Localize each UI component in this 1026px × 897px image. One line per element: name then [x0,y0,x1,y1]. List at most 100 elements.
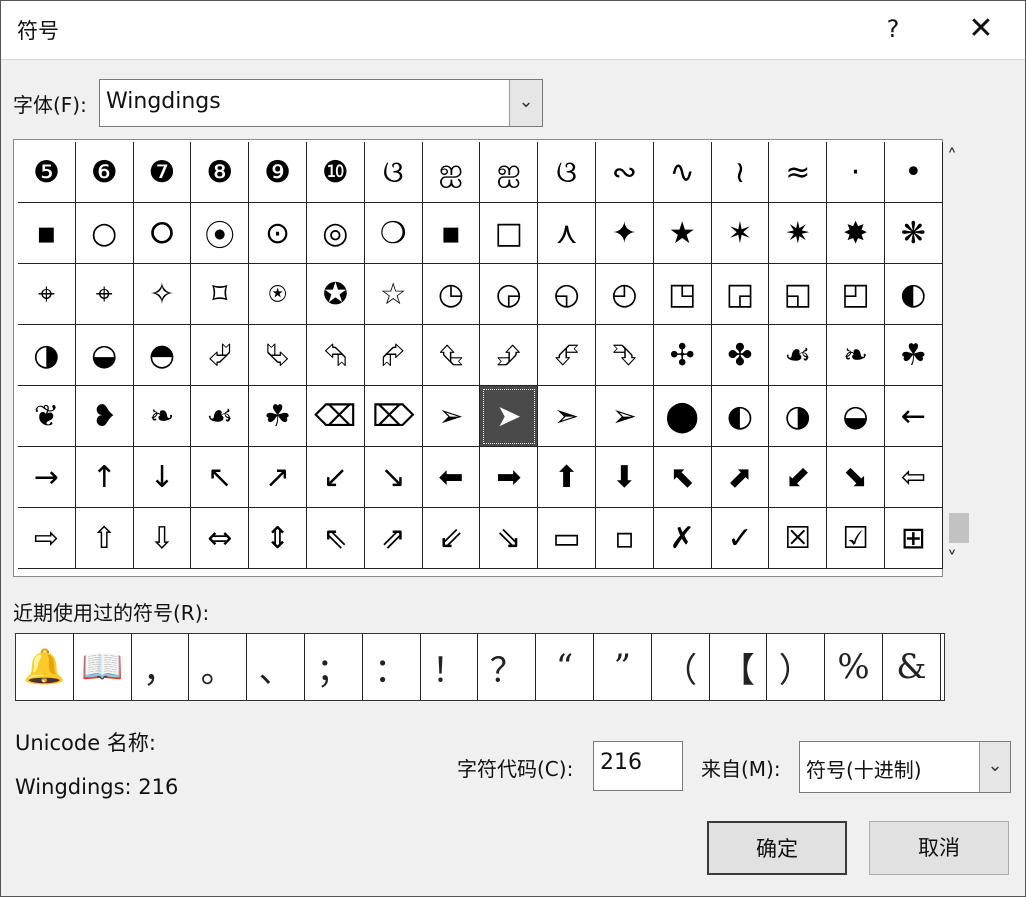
symbol-cell[interactable]: ∾ [595,142,654,203]
symbol-cell[interactable]: ▭ [538,508,596,569]
symbol-cell[interactable]: ✷ [769,203,828,264]
symbol-cell[interactable]: ✗ [653,508,712,569]
recent-symbol-cell[interactable]: ） [767,634,826,700]
symbol-cell[interactable]: ❾ [249,142,307,203]
symbol-cell[interactable]: ☒ [769,508,828,569]
symbol-cell[interactable]: ⮲ [306,325,365,386]
scrollbar-thumb[interactable] [949,513,969,543]
cancel-button[interactable]: 取消 [869,821,1009,875]
symbol-cell[interactable]: ❧ [133,386,192,447]
help-button[interactable]: ? [867,3,919,55]
symbol-cell[interactable]: ⮵ [480,325,539,386]
char-code-input[interactable]: 216 [593,741,683,791]
symbol-cell[interactable]: ଓ [538,142,596,203]
recent-symbol-cell[interactable]: 📖 [74,634,132,700]
symbol-cell[interactable]: ⦿ [191,203,250,264]
symbol-cell[interactable]: ↓ [133,447,192,508]
symbol-cell[interactable]: ← [884,386,943,447]
symbol-cell[interactable]: ⌖ [75,264,134,325]
symbol-cell[interactable]: ⍟ [249,264,307,325]
symbol-cell[interactable]: ✤ [711,325,770,386]
symbol-cell[interactable]: ❋ [884,203,943,264]
symbol-cell[interactable]: ➢ [595,386,654,447]
symbol-cell[interactable]: ◒ [75,325,134,386]
symbol-cell[interactable]: ⊙ [249,203,307,264]
symbol-cell[interactable]: ✶ [711,203,770,264]
scroll-up-icon[interactable]: ˄ [947,145,957,169]
symbol-cell[interactable]: ➤ [480,386,539,447]
symbol-cell[interactable]: ↘ [364,447,423,508]
symbol-cell[interactable]: ≀ [711,142,770,203]
recent-symbol-cell[interactable]: 🔔 [16,634,74,700]
symbol-cell[interactable]: ✣ [653,325,712,386]
chevron-down-icon[interactable]: ⌄ [979,742,1010,792]
symbol-cell[interactable]: ⇕ [249,508,307,569]
recent-symbol-cell[interactable]: 。 [189,634,248,700]
symbol-cell[interactable]: ஐ [422,142,481,203]
symbol-cell[interactable]: ◵ [538,264,596,325]
symbol-cell[interactable]: ⌖ [18,264,76,325]
symbol-cell[interactable]: ✧ [133,264,192,325]
symbol-cell[interactable]: ⇦ [884,447,943,508]
recent-symbol-cell[interactable]: % [825,634,883,700]
symbol-cell[interactable]: ⇨ [18,508,76,569]
symbol-cell[interactable]: ∿ [653,142,712,203]
symbol-cell[interactable]: ❼ [133,142,192,203]
symbol-cell[interactable]: ★ [653,203,712,264]
symbol-cell[interactable]: ❍ [364,203,423,264]
symbol-cell[interactable]: ☆ [364,264,423,325]
symbol-cell[interactable]: ◷ [422,264,481,325]
recent-symbol-cell[interactable]: ： [363,634,421,700]
symbol-cell[interactable]: ❥ [75,386,134,447]
symbol-cell[interactable]: ❧ [827,325,885,386]
recent-symbol-cell[interactable]: ” [594,634,652,700]
symbol-cell[interactable]: ◐ [711,386,770,447]
symbol-cell[interactable]: ⮳ [364,325,423,386]
symbol-cell[interactable]: ◑ [769,386,828,447]
recent-symbol-cell[interactable]: 、 [247,634,305,700]
symbol-cell[interactable]: ☑ [827,508,885,569]
symbol-cell[interactable]: ◲ [711,264,770,325]
symbol-cell[interactable]: · [827,142,885,203]
font-select[interactable]: Wingdings ⌄ [99,79,543,127]
symbol-cell[interactable]: ⮴ [422,325,481,386]
symbol-cell[interactable]: □ [480,203,539,264]
symbol-cell[interactable]: ⮱ [249,325,307,386]
symbol-cell[interactable]: ⬇ [595,447,654,508]
symbol-cell[interactable]: ➢ [422,386,481,447]
symbol-cell[interactable]: ◓ [133,325,192,386]
recent-symbol-cell[interactable]: ； [305,634,363,700]
symbol-cell[interactable]: ⇩ [133,508,192,569]
symbol-cell[interactable]: ✸ [827,203,885,264]
symbol-cell[interactable]: ◳ [653,264,712,325]
symbol-cell[interactable]: ⬤ [653,386,712,447]
symbol-cell[interactable]: ☙ [191,386,250,447]
symbol-cell[interactable]: ↖ [191,447,250,508]
symbol-cell[interactable]: ⬋ [769,447,828,508]
symbol-cell[interactable]: ◴ [595,264,654,325]
symbol-cell[interactable]: ◱ [769,264,828,325]
symbol-cell[interactable]: ↗ [249,447,307,508]
symbol-cell[interactable]: ◰ [827,264,885,325]
recent-symbol-cell[interactable]: 【 [710,634,768,700]
symbol-cell[interactable]: ❿ [306,142,365,203]
symbol-cell[interactable]: ◒ [827,386,885,447]
symbol-cell[interactable]: ⇗ [364,508,423,569]
symbol-cell[interactable]: ⮷ [595,325,654,386]
symbol-cell[interactable]: ◐ [884,264,943,325]
symbol-cell[interactable]: ⇖ [306,508,365,569]
recent-symbol-cell[interactable]: ！ [421,634,479,700]
symbol-cell[interactable]: ≈ [769,142,828,203]
symbol-cell[interactable]: ➡ [480,447,539,508]
symbol-cell[interactable]: • [884,142,943,203]
symbol-cell[interactable]: ஐ [480,142,539,203]
symbol-cell[interactable]: ❻ [75,142,134,203]
symbol-cell[interactable]: ▪ [422,203,481,264]
symbol-cell[interactable]: ➣ [538,386,596,447]
symbol-cell[interactable]: ⌫ [306,386,365,447]
symbol-cell[interactable]: ⇘ [480,508,539,569]
symbol-cell[interactable]: ↙ [306,447,365,508]
symbol-cell[interactable]: ◑ [18,325,76,386]
symbol-cell[interactable]: ☘ [884,325,943,386]
close-button[interactable]: ✕ [951,3,1011,55]
